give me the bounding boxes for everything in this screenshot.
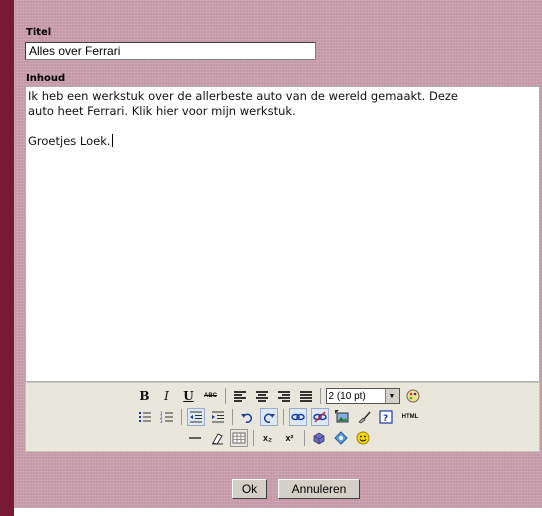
remove-link-button[interactable] [311,408,329,426]
brush-icon [358,411,371,424]
superscript-label: x² [285,433,294,443]
bullet-list-icon [139,412,151,422]
titel-input[interactable]: Alles over Ferrari [25,42,316,60]
content-editor[interactable]: Ik heb een werkstuk over de allerbeste a… [25,86,540,382]
svg-text:?: ? [383,414,388,424]
toolbar-separator [232,409,233,425]
bullet-list-button[interactable] [136,408,154,426]
font-size-select[interactable]: 2 (10 pt) ▼ [325,388,400,404]
toolbar-separator [319,388,321,404]
edit-panel: Titel Alles over Ferrari Inhoud Ik heb e… [14,0,542,508]
editor-content[interactable]: Ik heb een werkstuk over de allerbeste a… [28,89,533,149]
text-caret [111,134,113,147]
toolbar-separator [224,388,226,404]
eraser-icon [211,433,223,445]
undo-icon [241,413,253,423]
toolbar-separator [181,409,182,425]
superscript-button[interactable]: x² [281,429,299,447]
help-button[interactable]: ? [377,408,395,426]
toolbar-row-3: x₂ x² [22,428,535,448]
chevron-down-icon[interactable]: ▼ [384,389,399,403]
align-right-button[interactable] [275,387,293,405]
cleanup-button[interactable] [355,408,373,426]
insert-image-button[interactable] [333,408,351,426]
html-source-label: HTML [401,414,419,420]
left-accent-bar [0,0,14,516]
outdent-button[interactable] [187,408,205,426]
toolbar-separator [252,430,254,446]
color-palette-button[interactable] [404,387,422,405]
smiley-icon [356,431,369,445]
help-icon: ? [379,410,393,424]
inhoud-label: Inhoud [26,73,66,84]
align-center-icon [255,390,268,402]
strikethrough-button[interactable]: ABC [202,387,220,405]
svg-text:3: 3 [160,419,163,424]
html-source-button[interactable]: HTML [399,408,421,426]
editor-toolbar: B I U ABC 2 (10 pt) ▼ 1 2 3 ? HTML x₂ x² [25,382,540,452]
font-size-value: 2 (10 pt) [328,390,366,402]
special-char-button[interactable] [310,429,328,447]
content-line-3-wrap: Groetjes Loek. [28,134,533,149]
subscript-button[interactable]: x₂ [259,429,277,447]
redo-icon [263,413,275,423]
subscript-label: x₂ [262,433,272,443]
eraser-button[interactable] [208,429,226,447]
cancel-button[interactable]: Annuleren [278,479,360,499]
align-left-button[interactable] [231,387,249,405]
numbered-list-icon: 123 [160,411,173,424]
bold-label: B [139,389,150,403]
italic-label: I [164,389,169,403]
outdent-icon [190,411,202,423]
redo-button[interactable] [260,408,278,426]
strikethrough-label: ABC [204,393,217,399]
toolbar-row-2: 123 ? HTML [22,407,535,427]
horizontal-rule-button[interactable] [186,429,204,447]
indent-button[interactable] [209,408,227,426]
bold-button[interactable]: B [136,387,154,405]
special-char-icon [313,432,324,445]
table-icon [232,432,245,444]
align-right-icon [277,390,290,402]
align-center-button[interactable] [253,387,271,405]
palette-icon [406,389,419,403]
underline-button[interactable]: U [180,387,198,405]
media-icon [333,431,348,445]
toolbar-separator [303,430,305,446]
underline-label: U [183,389,194,403]
link-icon [291,413,305,421]
align-left-icon [233,390,246,402]
italic-button[interactable]: I [158,387,176,405]
insert-link-button[interactable] [289,408,307,426]
titel-label: Titel [26,27,52,38]
numbered-list-button[interactable]: 123 [158,408,176,426]
ok-button[interactable]: Ok [232,479,267,499]
toolbar-row-1: B I U ABC 2 (10 pt) ▼ [22,386,535,406]
undo-button[interactable] [238,408,256,426]
justify-button[interactable] [297,387,315,405]
horizontal-rule-icon [188,437,201,439]
content-line-1: Ik heb een werkstuk over de allerbeste a… [28,89,459,103]
indent-icon [212,411,224,423]
bottom-strip [14,508,542,516]
content-line-3: Groetjes Loek. [28,134,111,148]
insert-table-button[interactable] [229,429,248,447]
image-icon [335,410,349,423]
unlink-icon [313,411,327,423]
toolbar-separator [283,409,284,425]
content-line-2: auto heet Ferrari. Klik hier voor mijn w… [28,104,296,118]
emoticon-button[interactable] [354,429,372,447]
content-blank-line [28,119,533,134]
media-button[interactable] [332,429,350,447]
justify-icon [299,390,312,402]
